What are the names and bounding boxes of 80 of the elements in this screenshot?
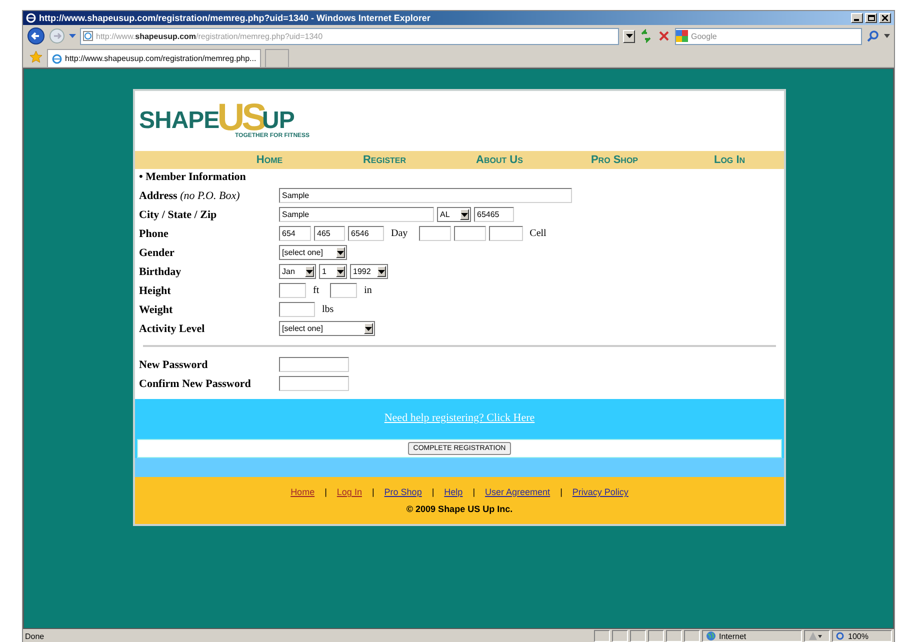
unit-label: in [363,285,373,296]
caret-icon [378,270,385,274]
unit-label: lbs [321,304,335,315]
caret-icon [306,270,313,274]
unit-label: ft [312,285,320,296]
input-field[interactable]: 65465 [474,207,514,222]
field-label: Confirm New Password [139,378,252,390]
copyright-text: © 2009 Shape US Up Inc. [406,504,513,514]
dropdown[interactable]: [select one] [279,321,375,336]
link-separator: | [432,487,434,497]
globe-icon [706,631,716,641]
footer-link[interactable]: Pro Shop [384,487,422,497]
minimize-button[interactable] [851,13,863,23]
field-label: Phone [139,228,170,240]
field-label: City / State / Zip [139,208,218,220]
caret-icon[interactable] [884,34,890,38]
address-field[interactable]: http://www.shapeusup.com/registration/memreg.php?uid=1340 [80,28,619,44]
footer-link[interactable]: User Agreement [485,487,550,497]
unit-label: Cell [528,228,548,239]
link-separator: | [372,487,374,497]
caret-icon [365,326,372,330]
zoom-icon [836,632,845,640]
input-field[interactable]: 6546 [348,226,384,241]
link-separator: | [324,487,327,497]
back-button[interactable] [27,27,45,45]
dropdown[interactable]: [select one] [279,245,347,260]
field-label: Activity Level [139,322,206,334]
field-label: Birthday [139,266,182,278]
close-button[interactable] [879,13,891,23]
input-field[interactable] [418,226,451,241]
input-field[interactable]: 465 [314,226,345,241]
input-field[interactable] [330,283,358,298]
window-title: http://www.shapeusup.com/registration/memreg.php?uid=1340 - Windows Internet Explorer [39,13,432,23]
status-text: Done [25,632,46,640]
caret-icon [337,270,344,274]
dropdown[interactable]: Jan [279,264,316,279]
input-field[interactable] [488,226,523,241]
section-heading: • Member Information [139,171,247,185]
field-label: New Password [139,358,209,370]
search-provider-icon [676,30,688,42]
input-field[interactable] [279,376,349,391]
dropdown[interactable]: 1992 [350,264,388,279]
browser-tab[interactable]: http://www.shapeusup.com/registration/memreg.php... [47,49,262,67]
link-separator: | [560,487,562,497]
search-icon[interactable] [866,29,880,43]
field-label: Weight [139,304,174,316]
footer-link[interactable]: Help [444,487,463,497]
dropdown-button[interactable] [623,30,635,42]
input-field[interactable] [279,302,315,317]
caret-icon [461,212,468,216]
browser-icon [26,13,36,23]
stop-icon[interactable] [657,29,671,43]
search-field[interactable]: Google [675,28,862,44]
link-separator: | [472,487,476,497]
maximize-icon [868,15,874,21]
field-label: Gender [139,246,176,258]
field-label: Address (no P.O. Box) [139,190,241,202]
logo-text: SHAPE [139,109,220,133]
input-field[interactable]: Sample [279,188,572,203]
history-caret-icon[interactable] [69,34,76,38]
zone-text: Internet [719,632,746,640]
dropdown[interactable]: AL [437,207,471,222]
page-icon [83,31,93,41]
close-icon [882,15,888,21]
maximize-button[interactable] [865,13,877,23]
field-label: Height [139,284,172,296]
favorites-star-icon[interactable] [29,50,43,64]
unit-label: Day [390,228,409,239]
input-field[interactable]: 654 [279,226,311,241]
input-field[interactable] [454,226,486,241]
input-field[interactable]: Sample [279,207,434,222]
footer-link[interactable]: Home [290,487,315,497]
input-field[interactable] [279,357,349,372]
footer-link[interactable]: Log In [336,487,362,497]
caret-icon [337,250,344,254]
caret-icon [626,34,632,38]
footer-link[interactable]: Privacy Policy [572,487,628,497]
input-field[interactable] [279,283,306,298]
dropdown[interactable]: 1 [319,264,347,279]
browser-icon [52,54,62,64]
